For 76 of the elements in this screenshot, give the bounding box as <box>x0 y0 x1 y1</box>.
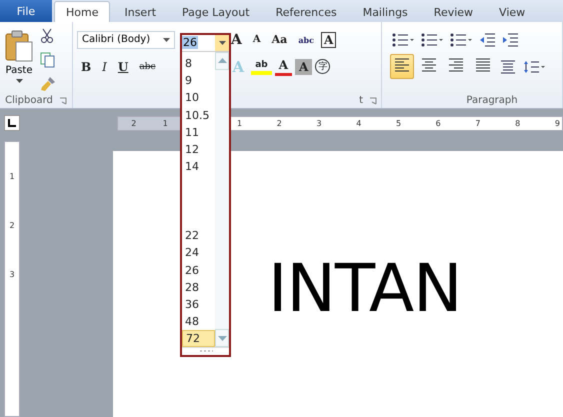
font-tool-button[interactable]: Aa <box>268 32 292 47</box>
ribbon-tab[interactable]: Mailings <box>350 1 420 22</box>
ribbon-tab[interactable]: Insert <box>112 1 168 22</box>
columns-icon[interactable] <box>498 58 518 76</box>
caret-icon <box>218 40 226 45</box>
font-size-option[interactable]: 11 <box>182 124 215 141</box>
ruler-number: 1 <box>9 172 15 181</box>
ruler-number: 2 <box>276 118 282 128</box>
font-size-option[interactable]: 36 <box>182 296 215 314</box>
group-label: Paragraph <box>466 95 518 106</box>
dialog-launcher-icon[interactable] <box>369 96 377 104</box>
ruler-number: 4 <box>356 118 362 128</box>
document-heading: INTAN <box>268 256 463 322</box>
font-tool-button[interactable]: A <box>274 57 292 76</box>
ruler-number: 7 <box>475 118 480 128</box>
font-tool-button[interactable]: B <box>77 58 96 74</box>
list-icon[interactable] <box>448 30 474 48</box>
align-icon <box>475 58 491 72</box>
font-size-option[interactable]: 12 <box>182 140 215 158</box>
font-size-field[interactable]: 26 <box>182 35 229 52</box>
ruler-number: 3 <box>316 118 322 128</box>
brush-icon[interactable] <box>38 74 58 94</box>
font-size-option[interactable]: 26 <box>182 262 215 279</box>
clipboard-icon <box>4 30 34 62</box>
ribbon-tab[interactable]: View <box>487 1 538 22</box>
align-icon <box>394 58 410 72</box>
ruler-number: 2 <box>9 221 15 230</box>
font-tool-button[interactable]: A <box>295 58 312 74</box>
ruler-number: 1 <box>162 118 168 128</box>
tab-stop-icon <box>8 119 16 127</box>
paste-button[interactable]: Paste <box>4 26 34 94</box>
font-size-option[interactable]: 9 <box>182 72 215 90</box>
font-size-option[interactable]: 8 <box>182 54 215 72</box>
file-tab[interactable]: File <box>0 0 52 22</box>
align-icon <box>448 58 464 72</box>
font-tool-button[interactable]: A <box>248 33 265 46</box>
font-tool-button[interactable]: ab <box>251 58 272 74</box>
font-size-option[interactable]: 24 <box>182 244 215 262</box>
list-icon[interactable] <box>390 30 416 48</box>
font-tool-button[interactable]: A <box>320 32 336 48</box>
ruler-number: 5 <box>396 118 402 128</box>
dialog-launcher-icon[interactable] <box>58 96 67 104</box>
font-size-option[interactable]: 10 <box>182 89 215 107</box>
ruler-number: 8 <box>515 118 520 128</box>
font-size-option[interactable]: 72 <box>182 330 215 348</box>
font-size-option[interactable]: 28 <box>182 278 215 296</box>
ruler-number: 9 <box>554 118 560 128</box>
font-name-field[interactable]: Calibri (Body) <box>77 30 175 48</box>
font-tool-button[interactable]: I <box>98 58 111 74</box>
align-icon <box>421 58 437 72</box>
caret-icon <box>16 79 22 83</box>
align-button[interactable] <box>390 54 414 79</box>
font-size-option[interactable]: 22 <box>182 227 215 244</box>
group-label: t <box>359 95 363 106</box>
font-size-option[interactable]: 10.5 <box>182 106 215 124</box>
dropdown-button[interactable] <box>215 35 229 51</box>
ruler-number: 6 <box>436 118 441 128</box>
ribbon-tab[interactable]: Home <box>54 1 110 22</box>
font-tool-button[interactable]: 字 <box>315 59 330 74</box>
font-size-option[interactable]: 48 <box>182 313 215 330</box>
tab-selector-button[interactable] <box>4 115 20 131</box>
font-size-option[interactable]: 14 <box>182 158 215 176</box>
ruler-number: 2 <box>131 118 136 128</box>
font-tool-button[interactable]: abc <box>135 60 160 72</box>
font-tool-button[interactable]: abc <box>294 34 318 46</box>
increase-indent-icon[interactable] <box>500 30 520 48</box>
font-tool-button[interactable]: A <box>227 30 246 48</box>
font-tool-button[interactable]: U <box>114 58 132 74</box>
ribbon-tab[interactable]: Review <box>422 1 486 22</box>
caret-icon <box>163 38 170 42</box>
list-icon[interactable] <box>419 30 445 48</box>
ruler-number: 3 <box>9 270 15 279</box>
group-label: Clipboard <box>5 95 53 106</box>
ribbon-tab[interactable]: Page Layout <box>170 1 262 22</box>
ribbon-tab[interactable]: References <box>264 1 349 22</box>
ruler-number: 1 <box>237 118 242 128</box>
